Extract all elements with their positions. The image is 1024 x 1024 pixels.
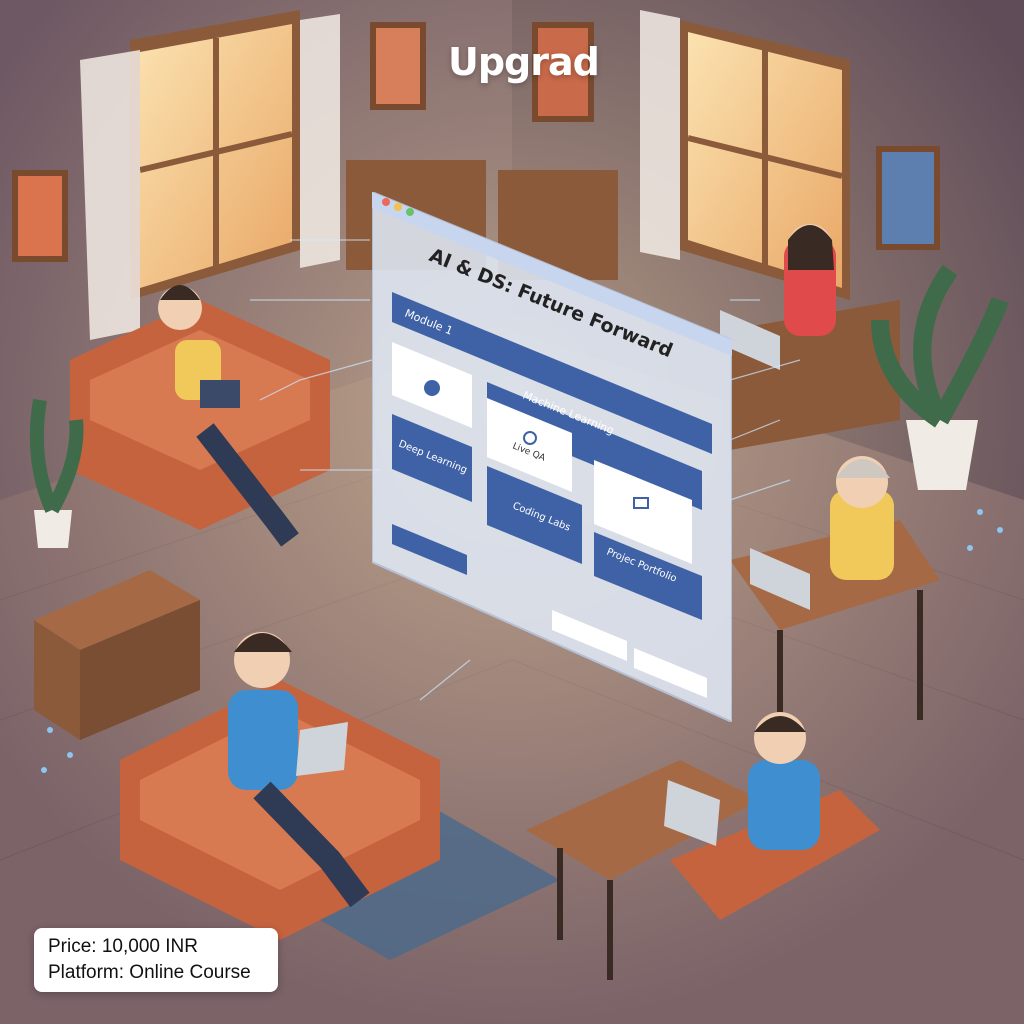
illustration-scene: Upgrad AI & DS: Future Forward Module 1 … [0, 0, 1024, 1024]
course-window[interactable]: AI & DS: Future Forward Module 1 Machine… [372, 192, 732, 722]
info-box: Price: 10,000 INR Platform: Online Cours… [34, 928, 278, 992]
brand-name: Upgrad [448, 40, 600, 84]
price-text: Price: 10,000 INR [48, 936, 198, 957]
upgrad-logo: Upgrad [448, 38, 608, 86]
window-dot-green[interactable] [406, 208, 414, 216]
brain-icon [424, 380, 440, 396]
platform-text: Platform: Online Course [48, 962, 251, 983]
window-dot-red[interactable] [382, 198, 390, 206]
window-dot-yellow[interactable] [394, 203, 402, 211]
